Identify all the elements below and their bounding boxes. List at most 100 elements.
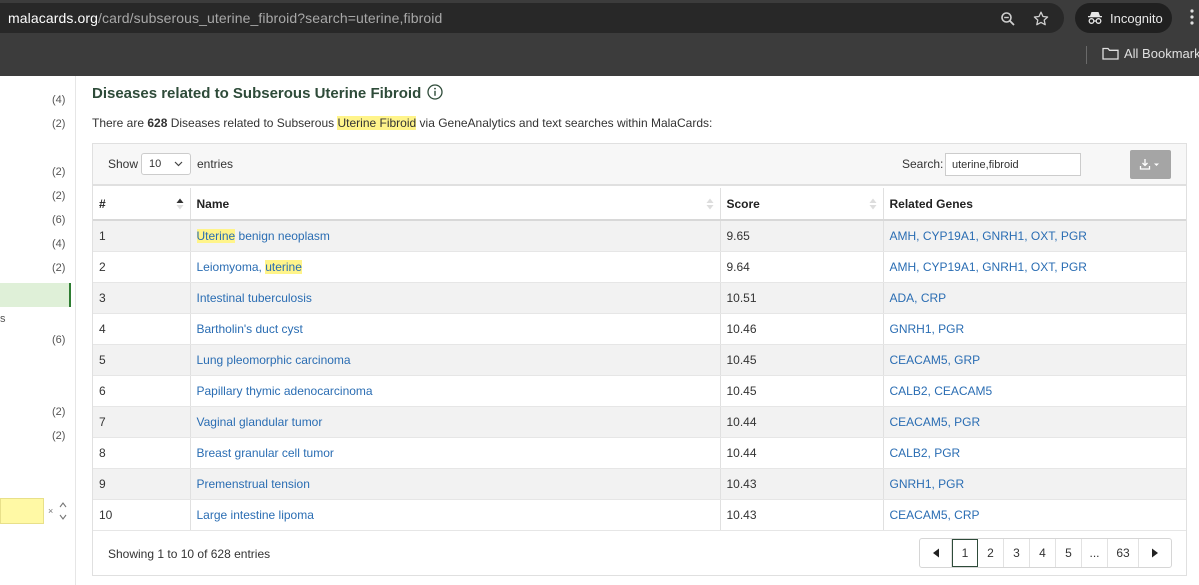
- disease-name-cell: Uterine benign neoplasm: [190, 220, 721, 252]
- score-cell: 10.44: [720, 406, 884, 438]
- gene-links[interactable]: CEACAM5, PGR: [890, 415, 981, 429]
- disease-name-cell: Intestinal tuberculosis: [190, 282, 721, 314]
- sort-asc-icon: [176, 198, 183, 210]
- download-button[interactable]: [1130, 150, 1171, 179]
- disease-link[interactable]: Vaginal glandular tumor: [197, 415, 323, 429]
- score-cell: 10.43: [720, 468, 884, 500]
- disease-name-cell: Large intestine lipoma: [190, 499, 721, 531]
- table-info: Showing 1 to 10 of 628 entries: [108, 547, 271, 561]
- bookmark-star-icon[interactable]: [1033, 11, 1049, 27]
- url-host: malacards.org: [8, 10, 99, 26]
- table-row: 5 Lung pleomorphic carcinoma 10.45 CEACA…: [93, 344, 1186, 376]
- clear-icon[interactable]: ×: [48, 506, 53, 516]
- bookmarks-divider: [1086, 46, 1087, 64]
- row-num: 7: [93, 406, 191, 438]
- score-cell: 10.44: [720, 437, 884, 469]
- page-length-select[interactable]: 10: [141, 153, 191, 175]
- sidebar-active-item[interactable]: [0, 283, 71, 307]
- disease-link[interactable]: Lung pleomorphic carcinoma: [197, 353, 351, 367]
- row-num: 2: [93, 251, 191, 283]
- sidebar-count[interactable]: (2): [52, 430, 65, 442]
- column-header-name[interactable]: Name: [190, 188, 721, 221]
- table-row: 9 Premenstrual tension 10.43 GNRH1, PGR: [93, 468, 1186, 500]
- browser-menu-icon[interactable]: [1190, 9, 1194, 25]
- sidebar-count[interactable]: (6): [52, 334, 65, 346]
- arrow-left-icon: [932, 548, 939, 558]
- address-bar[interactable]: malacards.org/card/subserous_uterine_fib…: [0, 3, 1064, 33]
- gene-links[interactable]: CEACAM5, CRP: [890, 508, 980, 522]
- sidebar-count[interactable]: (4): [52, 238, 65, 250]
- gene-links[interactable]: GNRH1, PGR: [890, 477, 965, 491]
- sidebar-count[interactable]: (6): [52, 214, 65, 226]
- incognito-label: Incognito: [1110, 11, 1163, 26]
- row-num: 3: [93, 282, 191, 314]
- column-header-num[interactable]: #: [93, 188, 191, 221]
- sidebar-count[interactable]: (4): [52, 94, 65, 106]
- diseases-table-panel: Show 10 entries Search: # Name Score Rel…: [92, 143, 1187, 576]
- page-button[interactable]: 4: [1030, 539, 1056, 567]
- disease-name-cell: Bartholin's duct cyst: [190, 313, 721, 345]
- sidebar-filter-input[interactable]: [0, 498, 44, 524]
- entries-label: entries: [197, 157, 234, 171]
- zoom-out-icon[interactable]: [1001, 12, 1015, 26]
- disease-name-cell: Lung pleomorphic carcinoma: [190, 344, 721, 376]
- disease-name-cell: Vaginal glandular tumor: [190, 406, 721, 438]
- gene-links[interactable]: GNRH1, PGR: [890, 322, 965, 336]
- gene-links[interactable]: CALB2, CEACAM5: [890, 384, 993, 398]
- url-text[interactable]: malacards.org/card/subserous_uterine_fib…: [8, 10, 442, 26]
- score-cell: 10.45: [720, 375, 884, 407]
- sidebar-count[interactable]: (2): [52, 262, 65, 274]
- disease-link[interactable]: Bartholin's duct cyst: [197, 322, 303, 336]
- info-icon[interactable]: [427, 84, 443, 100]
- all-bookmarks[interactable]: All Bookmarks: [1102, 46, 1199, 61]
- table-header-row: # Name Score Related Genes: [93, 188, 1186, 221]
- table-row: 2 Leiomyoma, uterine 9.64 AMH, CYP19A1, …: [93, 251, 1186, 283]
- genes-cell: AMH, CYP19A1, GNRH1, OXT, PGR: [883, 251, 1186, 283]
- gene-links[interactable]: CALB2, PGR: [890, 446, 961, 460]
- diseases-table: # Name Score Related Genes 1 Uterine ben…: [93, 188, 1186, 531]
- table-row: 8 Breast granular cell tumor 10.44 CALB2…: [93, 437, 1186, 469]
- genes-cell: GNRH1, PGR: [883, 313, 1186, 345]
- page-button[interactable]: 3: [1004, 539, 1030, 567]
- sidebar-count[interactable]: (2): [52, 118, 65, 130]
- gene-links[interactable]: AMH, CYP19A1, GNRH1, OXT, PGR: [890, 229, 1087, 243]
- browser-chrome: malacards.org/card/subserous_uterine_fib…: [0, 0, 1199, 76]
- disease-link[interactable]: Premenstrual tension: [197, 477, 310, 491]
- row-num: 9: [93, 468, 191, 500]
- sidebar-count[interactable]: (2): [52, 190, 65, 202]
- search-input[interactable]: [945, 153, 1081, 176]
- genes-cell: CALB2, CEACAM5: [883, 375, 1186, 407]
- incognito-chip[interactable]: Incognito: [1075, 3, 1172, 33]
- gene-links[interactable]: ADA, CRP: [890, 291, 947, 305]
- download-icon: [1139, 159, 1159, 170]
- table-row: 6 Papillary thymic adenocarcinoma 10.45 …: [93, 375, 1186, 407]
- genes-cell: AMH, CYP19A1, GNRH1, OXT, PGR: [883, 220, 1186, 252]
- row-num: 10: [93, 499, 191, 531]
- intro-highlight: Uterine Fibroid: [337, 116, 417, 130]
- disease-name-cell: Leiomyoma, uterine: [190, 251, 721, 283]
- spinner-arrows-icon[interactable]: [58, 498, 68, 524]
- gene-links[interactable]: AMH, CYP19A1, GNRH1, OXT, PGR: [890, 260, 1087, 274]
- sidebar-count[interactable]: (2): [52, 166, 65, 178]
- page-button[interactable]: 1: [952, 539, 978, 567]
- disease-link[interactable]: Papillary thymic adenocarcinoma: [197, 384, 373, 398]
- page-button[interactable]: 5: [1056, 539, 1082, 567]
- disease-name-cell: Papillary thymic adenocarcinoma: [190, 375, 721, 407]
- disease-link[interactable]: Breast granular cell tumor: [197, 446, 334, 460]
- next-page-button[interactable]: [1139, 539, 1171, 567]
- disease-link[interactable]: Uterine benign neoplasm: [196, 228, 330, 243]
- disease-link[interactable]: Large intestine lipoma: [197, 508, 314, 522]
- disease-link[interactable]: Leiomyoma, uterine: [197, 259, 302, 274]
- prev-page-button[interactable]: [920, 539, 952, 567]
- column-header-score[interactable]: Score: [720, 188, 884, 221]
- table-row: 1 Uterine benign neoplasm 9.65 AMH, CYP1…: [93, 220, 1186, 252]
- all-bookmarks-label: All Bookmarks: [1124, 46, 1199, 61]
- disease-link[interactable]: Intestinal tuberculosis: [197, 291, 312, 305]
- sidebar-count[interactable]: (2): [52, 406, 65, 418]
- page-button[interactable]: 63: [1108, 539, 1139, 567]
- page-button[interactable]: 2: [978, 539, 1004, 567]
- sidebar-truncated-label[interactable]: s: [0, 313, 6, 325]
- row-num: 5: [93, 344, 191, 376]
- intro-mid: Diseases related to Subserous: [167, 116, 338, 130]
- gene-links[interactable]: CEACAM5, GRP: [890, 353, 981, 367]
